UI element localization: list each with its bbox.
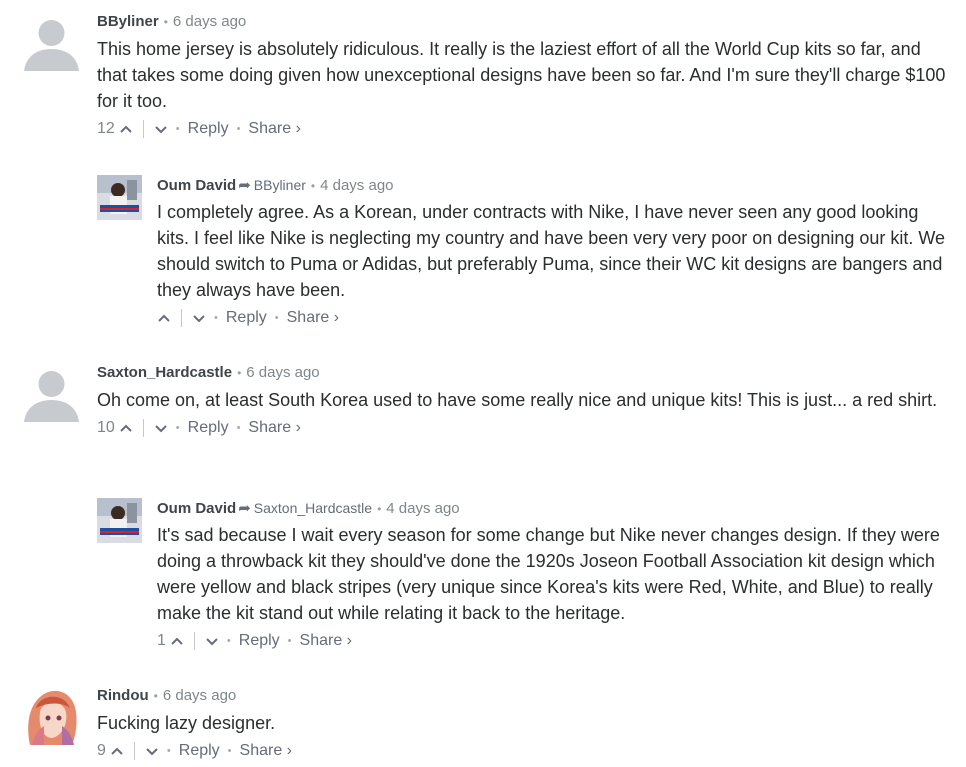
vote-divider — [181, 309, 182, 327]
upvote-icon[interactable] — [170, 634, 184, 648]
user-photo-icon — [97, 175, 142, 220]
comment-text: It's sad because I wait every season for… — [157, 525, 940, 623]
upvote-icon[interactable] — [110, 744, 124, 758]
comment-text: I completely agree. As a Korean, under c… — [157, 202, 946, 300]
reply-button[interactable]: Reply — [188, 118, 229, 140]
separator-dot: • — [153, 689, 158, 703]
comment-text: Fucking lazy designer. — [97, 713, 276, 733]
separator-dot: • — [274, 312, 279, 324]
share-button[interactable]: Share › — [248, 417, 300, 439]
downvote-icon[interactable] — [205, 634, 219, 648]
downvote-icon[interactable] — [145, 744, 159, 758]
upvote-count: 9 — [97, 742, 106, 759]
comment-time[interactable]: 6 days ago — [246, 364, 319, 381]
separator-dot: • — [226, 635, 231, 647]
share-button[interactable]: Share › — [248, 118, 300, 140]
comment-text: This home jersey is absolutely ridiculou… — [97, 39, 946, 111]
separator-dot: • — [237, 366, 242, 380]
downvote-icon[interactable] — [154, 122, 168, 136]
separator-dot: • — [175, 422, 180, 434]
default-avatar-icon — [22, 12, 81, 71]
separator-dot: • — [236, 422, 241, 434]
vote-divider — [142, 419, 144, 437]
upvote-count: 12 — [97, 120, 115, 137]
upvote-count: 1 — [157, 632, 166, 649]
downvote-icon[interactable] — [192, 311, 206, 325]
upvote-count: 10 — [97, 419, 115, 436]
separator-dot: • — [236, 123, 241, 135]
comment-author[interactable]: BByliner — [97, 13, 159, 30]
comment-time[interactable]: 6 days ago — [163, 687, 236, 704]
upvote-icon[interactable] — [157, 311, 171, 325]
share-button[interactable]: Share › — [240, 740, 292, 762]
avatar[interactable] — [97, 175, 142, 220]
separator-dot: • — [163, 15, 168, 29]
avatar[interactable] — [22, 12, 81, 71]
downvote-icon[interactable] — [154, 421, 168, 435]
avatar[interactable] — [97, 498, 142, 543]
separator-dot: • — [175, 123, 180, 135]
comment-author[interactable]: Oum David — [157, 500, 236, 517]
comment-author[interactable]: Oum David — [157, 177, 236, 194]
comment-time[interactable]: 4 days ago — [320, 177, 393, 194]
separator-dot: • — [214, 312, 218, 324]
separator-dot: • — [377, 502, 382, 516]
share-button[interactable]: Share › — [300, 630, 352, 652]
reply-arrow-icon: ➦ — [238, 177, 251, 194]
anime-avatar-icon — [22, 686, 81, 745]
user-photo-icon — [97, 498, 142, 543]
reply-button[interactable]: Reply — [179, 740, 220, 762]
separator-dot: • — [166, 745, 171, 757]
reply-button[interactable]: Reply — [239, 630, 280, 652]
separator-dot: • — [310, 179, 316, 193]
separator-dot: • — [287, 635, 292, 647]
avatar[interactable] — [22, 363, 81, 422]
comment-text: Oh come on, at least South Korea used to… — [97, 390, 938, 410]
parent-author-link[interactable]: Saxton_Hardcastle — [254, 500, 372, 516]
comment-author[interactable]: Rindou — [97, 687, 149, 704]
reply-arrow-icon: ➦ — [238, 500, 251, 517]
vote-divider — [133, 742, 135, 760]
comment-time[interactable]: 4 days ago — [386, 500, 459, 517]
vote-divider — [142, 120, 144, 138]
comment-time[interactable]: 6 days ago — [173, 13, 246, 30]
separator-dot: • — [227, 745, 232, 757]
comment-author[interactable]: Saxton_Hardcastle — [97, 364, 232, 381]
upvote-icon[interactable] — [119, 122, 133, 136]
share-button[interactable]: Share › — [287, 307, 339, 329]
avatar[interactable] — [22, 686, 81, 745]
reply-button[interactable]: Reply — [188, 417, 229, 439]
upvote-icon[interactable] — [119, 421, 133, 435]
parent-author-link[interactable]: BByliner — [254, 177, 306, 193]
default-avatar-icon — [22, 363, 81, 422]
reply-button[interactable]: Reply — [226, 307, 267, 329]
vote-divider — [193, 632, 195, 650]
